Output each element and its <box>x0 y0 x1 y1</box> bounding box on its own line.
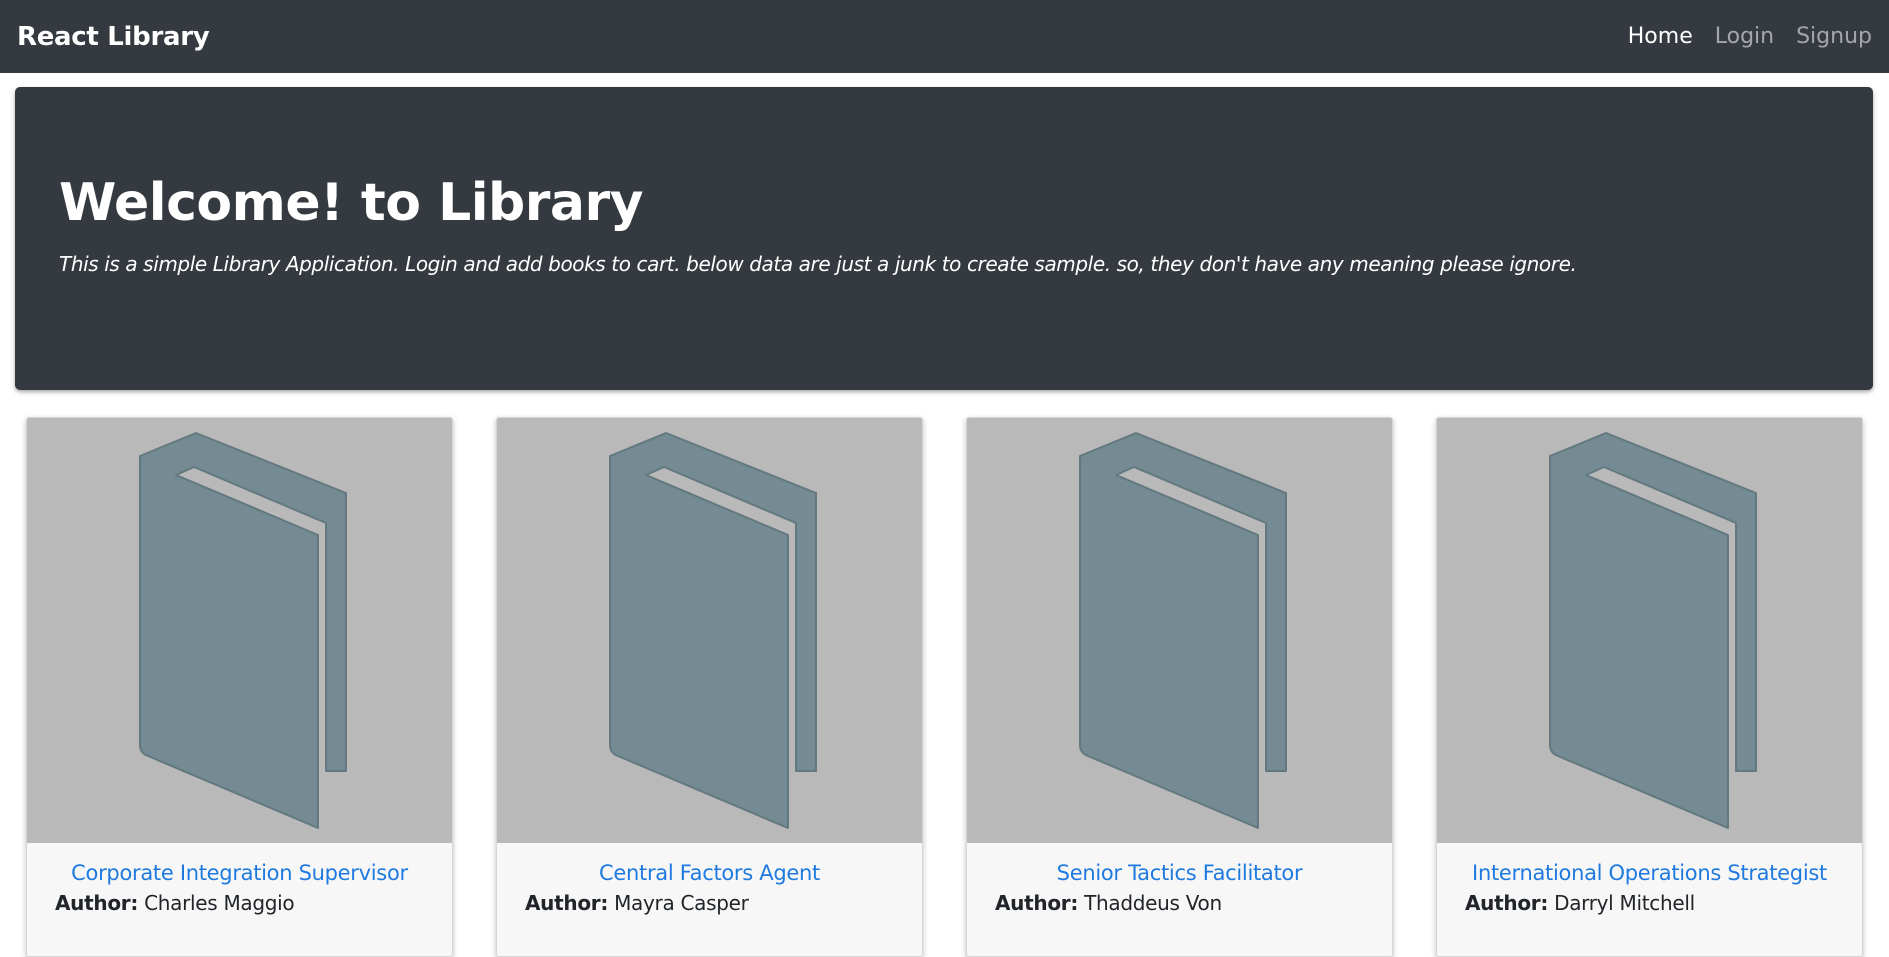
book-author: Author: Charles Maggio <box>55 891 424 915</box>
book-icon <box>1078 431 1287 829</box>
book-card-body: Corporate Integration Supervisor Author:… <box>27 843 452 915</box>
author-name: Darryl Mitchell <box>1554 891 1695 915</box>
hero-subtitle: This is a simple Library Application. Lo… <box>59 252 1577 276</box>
author-name: Charles Maggio <box>144 891 295 915</box>
welcome-jumbotron: Welcome! to Library This is a simple Lib… <box>15 87 1873 390</box>
book-card-body: Senior Tactics Facilitator Author: Thadd… <box>967 843 1392 915</box>
author-label: Author: <box>1465 891 1549 915</box>
book-card: Senior Tactics Facilitator Author: Thadd… <box>966 417 1393 957</box>
book-image <box>1437 418 1862 843</box>
book-author: Author: Mayra Casper <box>525 891 894 915</box>
book-title-link[interactable]: International Operations Strategist <box>1465 861 1834 885</box>
top-navbar: React Library Home Login Signup <box>0 0 1889 73</box>
page-title: Welcome! to Library <box>59 173 644 233</box>
book-image <box>27 418 452 843</box>
book-image <box>967 418 1392 843</box>
nav-link-login[interactable]: Login <box>1715 24 1774 49</box>
book-icon <box>138 431 347 829</box>
author-name: Thaddeus Von <box>1084 891 1222 915</box>
book-title-link[interactable]: Senior Tactics Facilitator <box>995 861 1364 885</box>
book-card-body: Central Factors Agent Author: Mayra Casp… <box>497 843 922 915</box>
nav-link-home[interactable]: Home <box>1628 24 1693 49</box>
nav-links: Home Login Signup <box>1628 24 1872 49</box>
book-author: Author: Thaddeus Von <box>995 891 1364 915</box>
book-icon <box>1548 431 1757 829</box>
book-card: Central Factors Agent Author: Mayra Casp… <box>496 417 923 957</box>
nav-link-signup[interactable]: Signup <box>1796 24 1872 49</box>
author-label: Author: <box>55 891 139 915</box>
book-icon <box>608 431 817 829</box>
book-card: Corporate Integration Supervisor Author:… <box>26 417 453 957</box>
author-label: Author: <box>995 891 1079 915</box>
book-author: Author: Darryl Mitchell <box>1465 891 1834 915</box>
book-card-body: International Operations Strategist Auth… <box>1437 843 1862 915</box>
brand-link[interactable]: React Library <box>17 22 210 52</box>
book-image <box>497 418 922 843</box>
book-title-link[interactable]: Central Factors Agent <box>525 861 894 885</box>
book-card: International Operations Strategist Auth… <box>1436 417 1863 957</box>
author-name: Mayra Casper <box>614 891 749 915</box>
author-label: Author: <box>525 891 609 915</box>
book-grid: Corporate Integration Supervisor Author:… <box>26 417 1863 957</box>
book-title-link[interactable]: Corporate Integration Supervisor <box>55 861 424 885</box>
